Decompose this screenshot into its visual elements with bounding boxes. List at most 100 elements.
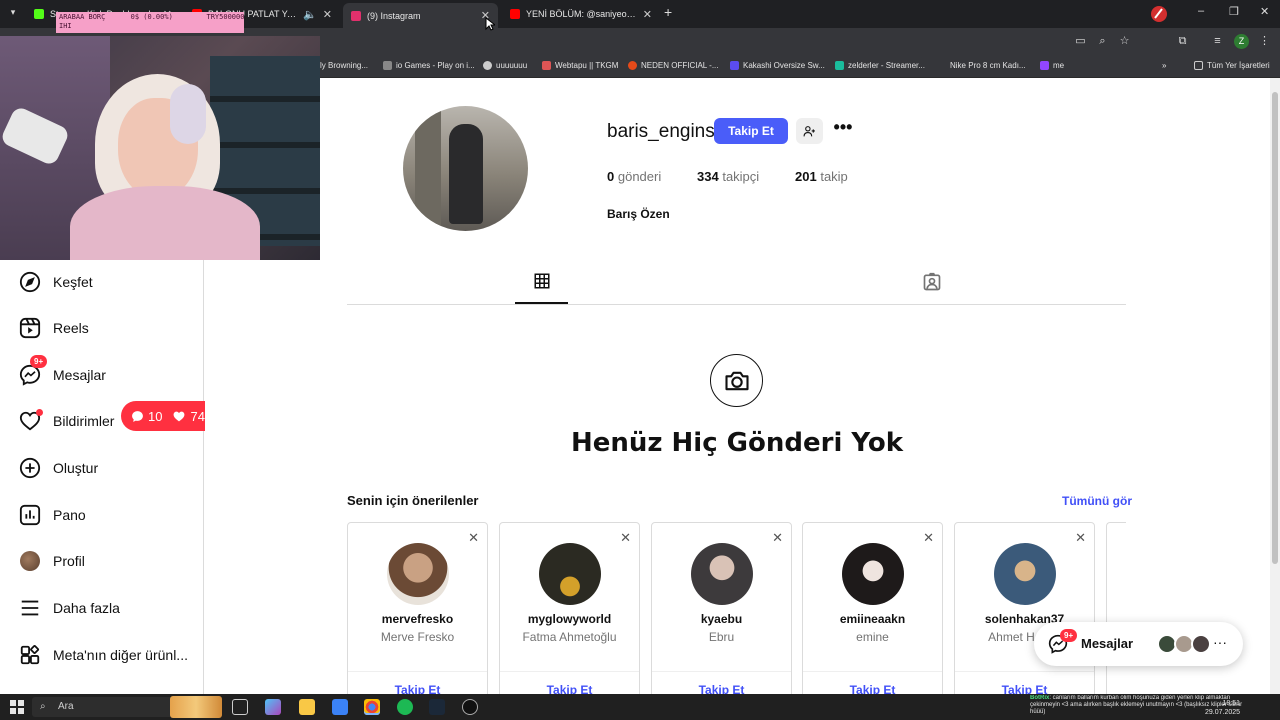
suggestion-card: ✕ solenhakan37 Ahmet Hakan Takip Et	[954, 522, 1095, 702]
dismiss-icon[interactable]: ✕	[1075, 530, 1086, 546]
grid-icon	[534, 273, 549, 289]
twitch-icon	[1040, 61, 1049, 70]
bookmark-item[interactable]: Nike Pro 8 cm Kadı...	[950, 61, 1026, 70]
bookmarks-overflow-icon[interactable]: »	[1162, 61, 1166, 70]
steam-icon[interactable]	[429, 699, 445, 715]
bookmark-item[interactable]: zelderler - Streamer...	[835, 61, 925, 70]
divider	[348, 671, 487, 672]
kebab-menu-icon[interactable]: ⋮	[1258, 35, 1271, 48]
close-icon[interactable]: ✕	[323, 8, 332, 21]
bookmark-icon	[383, 61, 392, 70]
tab-instagram[interactable]: (9) Instagram ✕	[343, 3, 498, 28]
headset-icon	[170, 84, 206, 144]
follow-button[interactable]: Takip Et	[714, 118, 788, 144]
task-view-icon[interactable]	[232, 699, 248, 715]
bookmark-item[interactable]: Webtapu || TKGM	[542, 61, 618, 70]
tab-posts[interactable]	[515, 272, 568, 304]
sidebar-item-reels[interactable]: Reels	[18, 314, 89, 342]
suggestion-avatar[interactable]	[994, 543, 1056, 605]
all-bookmarks[interactable]: Tüm Yer İşaretleri	[1194, 61, 1270, 70]
suggestion-full-name: Ebru	[708, 630, 735, 644]
hamburger-icon	[18, 596, 42, 620]
divider	[652, 671, 791, 672]
followers-stat[interactable]: 334 takipçi	[697, 169, 759, 184]
zoom-icon[interactable]: ⌕	[1096, 35, 1109, 48]
folder-icon	[1194, 61, 1203, 70]
scrollbar-thumb[interactable]	[1272, 92, 1278, 564]
sidebar-item-daha-fazla[interactable]: Daha fazla	[18, 594, 120, 622]
github-icon	[483, 61, 492, 70]
dashboard-icon	[18, 503, 42, 527]
bookmark-item[interactable]: Kakashi Oversize Sw...	[730, 61, 825, 70]
unread-badge: 9+	[30, 355, 48, 368]
see-all-link[interactable]: Tümünü gör	[1062, 494, 1132, 508]
sidebar-item-bildirimler[interactable]: Bildirimler	[18, 407, 114, 435]
tab-yeni-bolum[interactable]: YENİ BÖLÜM: @saniyeoriginal ✕	[502, 3, 660, 25]
posts-stat[interactable]: 0 gönderi	[607, 169, 661, 184]
tab-tagged[interactable]	[918, 272, 946, 302]
extensions-icon[interactable]: ⧉	[1176, 35, 1189, 48]
dismiss-icon[interactable]: ✕	[772, 530, 783, 546]
close-window-icon[interactable]: ✕	[1260, 5, 1269, 18]
following-stat[interactable]: 201 takip	[795, 169, 848, 184]
sidebar-item-kesfet[interactable]: Keşfet	[18, 268, 93, 296]
reading-list-icon[interactable]: ≡	[1211, 35, 1224, 48]
youtube-icon	[510, 9, 520, 19]
bookmark-item[interactable]: me	[1040, 61, 1064, 70]
sidebar-item-meta-apps[interactable]: Meta'nın diğer ürünl...	[18, 641, 188, 669]
avatar	[1191, 634, 1211, 654]
obs-icon[interactable]	[462, 699, 478, 715]
profile-full-name: Barış Özen	[607, 207, 670, 221]
suggestion-username[interactable]: emiineaakn	[803, 612, 942, 626]
dismiss-icon[interactable]: ✕	[468, 530, 479, 546]
suggestion-avatar[interactable]	[387, 543, 449, 605]
sidebar-item-profil[interactable]: Profil	[18, 547, 85, 575]
suggestions-title: Senin için önerilenler	[347, 493, 479, 508]
tab-search-icon[interactable]: ▾	[6, 7, 20, 21]
suggestion-card: ✕ myglowyworld Fatma Ahmetoğlu Takip Et	[499, 522, 640, 702]
tagged-icon	[923, 272, 941, 291]
copilot-icon[interactable]	[265, 699, 281, 715]
suggestion-avatar[interactable]	[842, 543, 904, 605]
chrome-icon[interactable]	[364, 699, 380, 715]
suggestion-username[interactable]: mervefresko	[348, 612, 487, 626]
system-clock[interactable]: 18:51 29.07.2025	[1205, 699, 1240, 717]
profile-picture[interactable]	[403, 106, 528, 231]
suggestion-avatar[interactable]	[539, 543, 601, 605]
suggestion-avatar[interactable]	[691, 543, 753, 605]
bookmark-item[interactable]: io Games - Play on i...	[383, 61, 475, 70]
more-options-icon[interactable]: •••	[832, 118, 854, 142]
restore-icon[interactable]: ❐	[1229, 5, 1239, 18]
suggestion-username[interactable]: myglowyworld	[500, 612, 639, 626]
suggestion-card: ✕ mervefresko Merve Fresko Takip Et	[347, 522, 488, 702]
speaker-icon[interactable]: 🔈	[303, 8, 317, 21]
suggestion-username[interactable]: kyaebu	[652, 612, 791, 626]
add-person-icon	[803, 125, 815, 136]
dismiss-icon[interactable]: ✕	[923, 530, 934, 546]
dismiss-icon[interactable]: ✕	[620, 530, 631, 546]
minimize-icon[interactable]: –	[1198, 5, 1204, 17]
bookmark-item[interactable]: uuuuuuu	[483, 61, 527, 70]
sidebar-item-pano[interactable]: Pano	[18, 501, 86, 529]
messages-floating-button[interactable]: 9+ Mesajlar ···	[1034, 622, 1243, 666]
windows-start-icon[interactable]	[10, 700, 24, 714]
unread-badge: 9+	[1060, 629, 1078, 642]
sidebar-item-olustur[interactable]: Oluştur	[18, 454, 98, 482]
page-scrollbar[interactable]	[1270, 78, 1280, 694]
star-icon[interactable]: ☆	[1118, 35, 1131, 48]
suggestion-card-partial	[1106, 522, 1126, 702]
suggested-users-button[interactable]	[796, 118, 823, 144]
cast-icon[interactable]: ▭	[1074, 35, 1087, 48]
close-icon[interactable]: ✕	[643, 8, 652, 21]
new-tab-button[interactable]: +	[664, 4, 672, 20]
kick-icon	[34, 9, 44, 19]
file-explorer-icon[interactable]	[299, 699, 315, 715]
bookmark-item[interactable]: ly Browning...	[320, 61, 368, 70]
photo-background	[415, 111, 441, 231]
profile-avatar[interactable]: Z	[1234, 34, 1249, 49]
store-icon[interactable]	[332, 699, 348, 715]
divider	[955, 671, 1094, 672]
spotify-icon[interactable]	[397, 699, 413, 715]
sidebar-item-mesajlar[interactable]: 9+ Mesajlar	[18, 355, 106, 389]
bookmark-item[interactable]: NEDEN OFFICIAL -...	[628, 61, 719, 70]
